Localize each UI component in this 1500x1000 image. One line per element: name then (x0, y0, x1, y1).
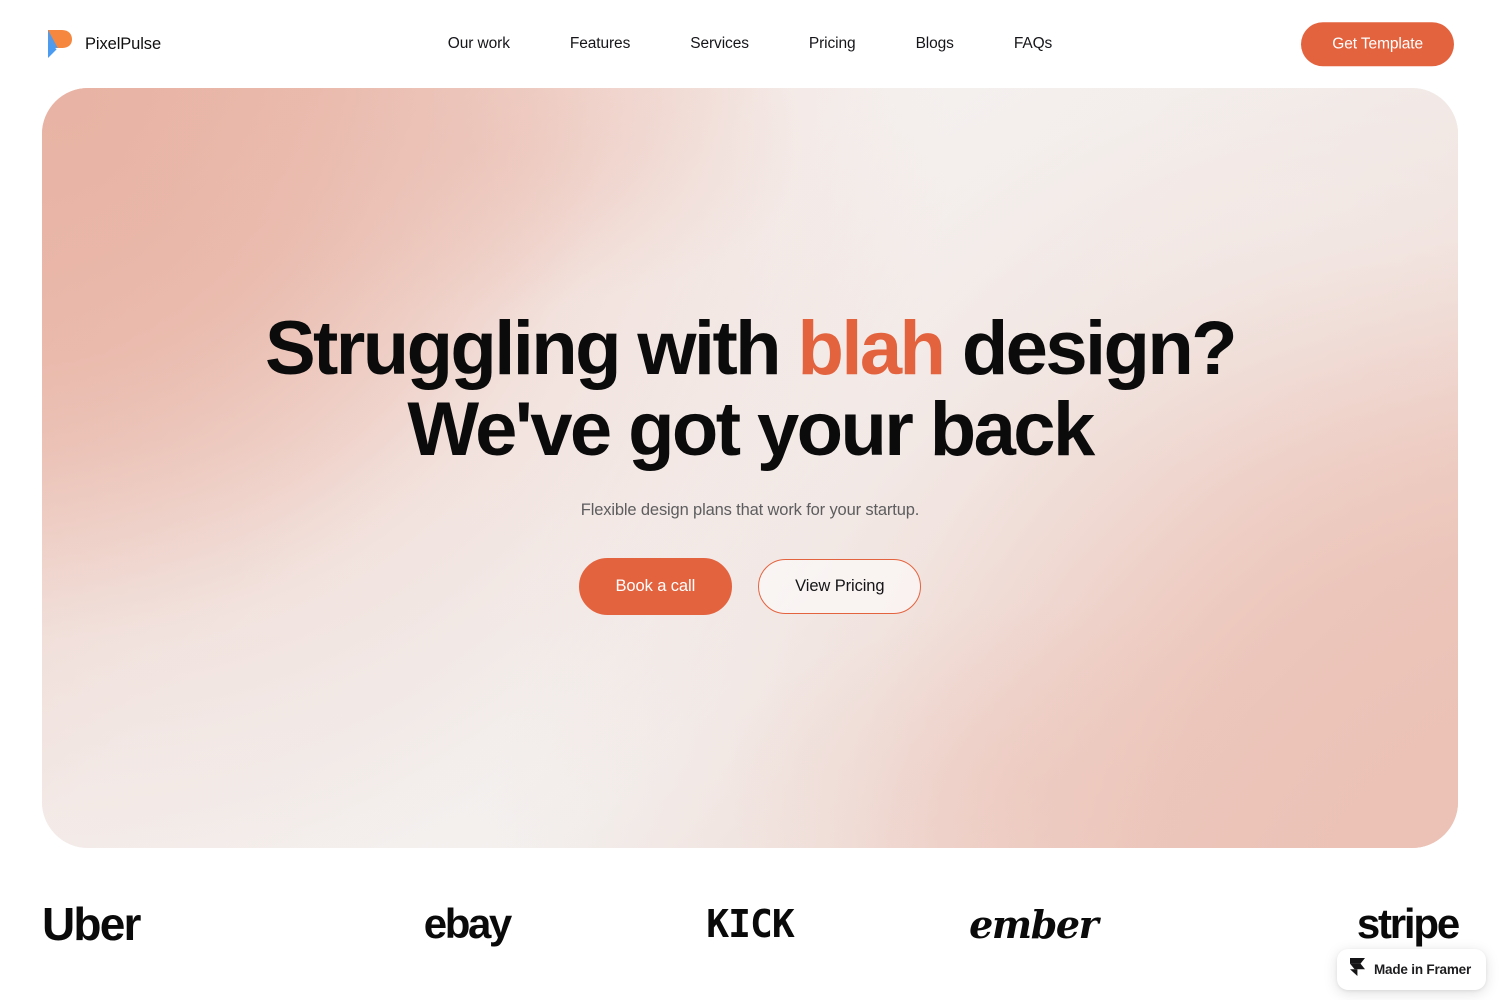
ember-logo: ember (969, 901, 1099, 947)
nav-item-services[interactable]: Services (660, 27, 779, 61)
hero-title-accent: blah (797, 306, 946, 392)
client-logo-kick: KICK (608, 894, 891, 954)
nav-item-pricing[interactable]: Pricing (779, 27, 886, 61)
nav-item-features[interactable]: Features (540, 27, 660, 61)
hero-subtitle: Flexible design plans that work for your… (580, 501, 920, 520)
hero-title-part1: Struggling with (264, 306, 798, 392)
ebay-logo: ebay (423, 900, 513, 947)
hero-title-line2: We've got your back (407, 386, 1095, 472)
client-logo-ebay: ebay (325, 894, 608, 954)
framer-logo-icon (1350, 958, 1366, 981)
client-logo-stripe: stripe (1175, 894, 1460, 954)
client-logo-uber: Uber (42, 894, 325, 954)
hero-content: Struggling with blah design? We've got y… (42, 306, 1458, 615)
hero-section: Struggling with blah design? We've got y… (42, 88, 1458, 848)
stripe-logo: stripe (1356, 900, 1460, 947)
nav-item-our-work[interactable]: Our work (418, 27, 540, 61)
main-navigation: Our work Features Services Pricing Blogs… (418, 27, 1082, 61)
hero-title-part2: design? (943, 306, 1238, 392)
made-in-framer-label: Made in Framer (1374, 962, 1471, 977)
brand-logo[interactable]: PixelPulse (46, 29, 161, 59)
book-a-call-button[interactable]: Book a call (578, 558, 733, 615)
page-title: Struggling with blah design? We've got y… (264, 306, 1238, 472)
client-logo-ember: ember (892, 894, 1175, 954)
uber-logo: Uber (42, 898, 141, 950)
kick-logo: KICK (706, 902, 795, 946)
client-logo-strip: Uber ebay KICK ember stripe (0, 848, 1500, 1000)
landing-page: PixelPulse Our work Features Services Pr… (0, 0, 1500, 1000)
hero-section-wrapper: Struggling with blah design? We've got y… (0, 88, 1500, 848)
site-header: PixelPulse Our work Features Services Pr… (0, 0, 1500, 88)
nav-item-blogs[interactable]: Blogs (886, 27, 984, 61)
get-template-button[interactable]: Get Template (1301, 22, 1454, 66)
brand-name: PixelPulse (85, 34, 162, 53)
nav-item-faqs[interactable]: FAQs (984, 27, 1082, 61)
made-in-framer-badge[interactable]: Made in Framer (1337, 949, 1486, 990)
pixelpulse-logo-icon (46, 29, 72, 59)
hero-actions: Book a call View Pricing (578, 558, 922, 615)
view-pricing-button[interactable]: View Pricing (758, 559, 922, 614)
